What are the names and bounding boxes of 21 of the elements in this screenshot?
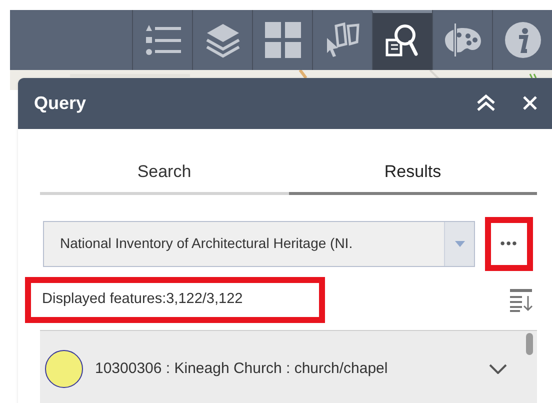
tab[interactable]: Results [288,158,537,195]
result-item[interactable]: 10300306 : Kineagh Church : church/chapel [40,330,537,403]
collapse-icon[interactable] [476,94,496,112]
sort-icon[interactable] [510,288,534,312]
scrollbar-thumb[interactable] [526,332,533,355]
layers-icon [204,22,240,58]
tab[interactable]: Search [40,158,288,195]
layer-dropdown[interactable]: National Inventory of Architectural Heritage (NI. [43,220,476,267]
close-icon[interactable] [522,95,538,112]
info-icon [504,22,540,58]
legend-icon [144,23,182,57]
result-title: 10300306 : Kineagh Church : church/chapel [95,359,388,380]
dropdown-arrow-icon [454,240,465,247]
toolbar-button[interactable] [372,10,432,70]
palette-icon [444,22,482,58]
panel-title: Query [34,92,86,115]
expand-chevron-icon[interactable] [489,364,507,374]
feature-count: Displayed features:3,122/3,122 [25,276,325,323]
select-icon [326,22,360,58]
grid-icon [264,22,300,58]
more-button[interactable]: ••• [485,216,533,271]
